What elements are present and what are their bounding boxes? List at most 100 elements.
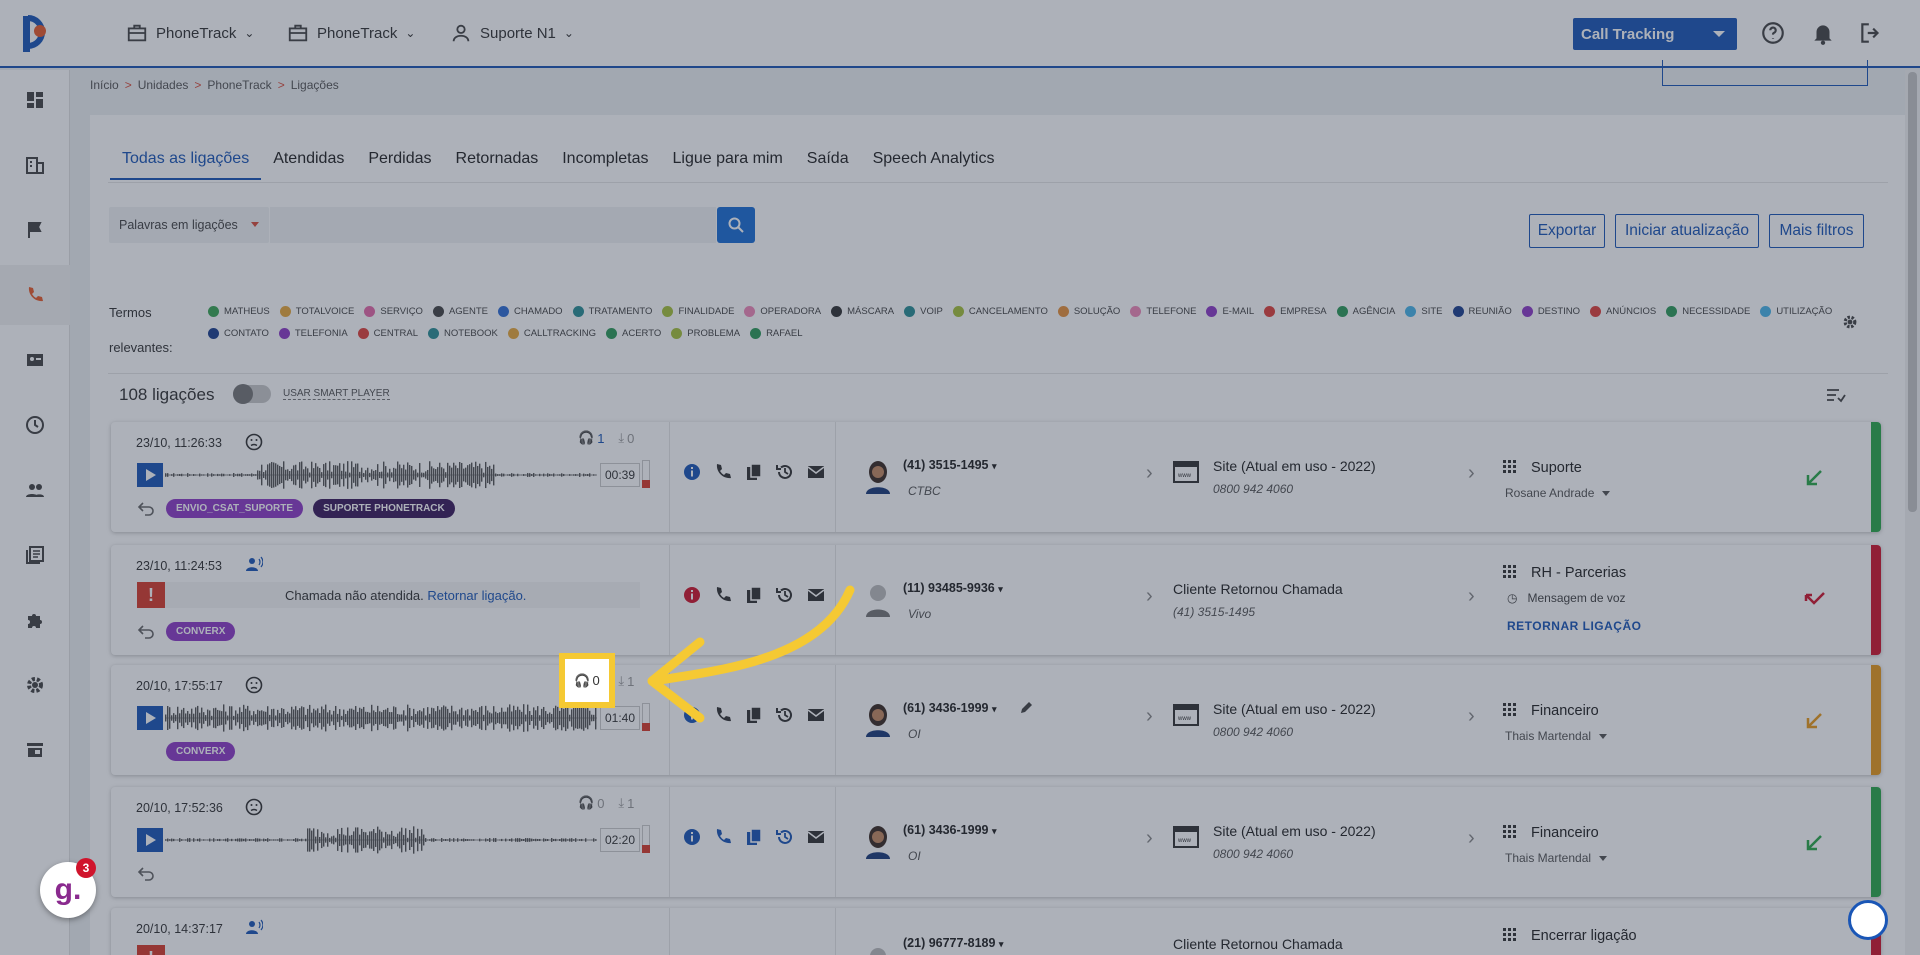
breadcrumb-units[interactable]: Unidades — [138, 78, 189, 92]
email-icon[interactable] — [806, 462, 826, 482]
bell-icon[interactable] — [1810, 20, 1836, 46]
info-icon[interactable] — [682, 462, 702, 482]
relevant-term[interactable]: MÁSCARA — [831, 303, 894, 319]
copy-icon[interactable] — [744, 827, 764, 847]
relevant-term[interactable]: NECESSIDADE — [1666, 303, 1750, 319]
call-tracking-dropdown[interactable]: Call Tracking — [1573, 18, 1737, 50]
play-button[interactable] — [137, 828, 163, 852]
gear-icon[interactable] — [1842, 314, 1858, 330]
tab-missed[interactable]: Perdidas — [356, 148, 443, 180]
email-icon[interactable] — [806, 585, 826, 605]
caller-phone[interactable]: (61) 3436-1999 ▾ — [903, 823, 997, 837]
play-button[interactable] — [137, 463, 163, 487]
start-update-button[interactable]: Iniciar atualização — [1615, 214, 1759, 248]
phonetrack-logo[interactable] — [20, 12, 58, 54]
relevant-term[interactable]: AGÊNCIA — [1336, 303, 1395, 319]
call-tag[interactable]: CONVERX — [166, 742, 236, 761]
phone-icon[interactable] — [713, 585, 733, 605]
sidebar-item-campaigns[interactable] — [0, 200, 70, 260]
search-type-select[interactable]: Palavras em ligações — [109, 207, 269, 243]
relevant-term[interactable]: CANCELAMENTO — [952, 303, 1048, 319]
relevant-term[interactable]: ANÚNCIOS — [1590, 303, 1656, 319]
history-icon[interactable] — [775, 585, 795, 605]
partial-button-outline[interactable] — [1662, 60, 1868, 86]
email-icon[interactable] — [806, 705, 826, 725]
agent-select[interactable]: Thais Martendal — [1505, 851, 1608, 865]
audio-waveform[interactable] — [165, 460, 597, 490]
return-call-link[interactable]: Retornar ligação. — [427, 588, 526, 603]
call-tag[interactable]: SUPORTE PHONETRACK — [313, 499, 455, 518]
reply-icon[interactable] — [137, 502, 155, 516]
edit-pencil-icon[interactable] — [1019, 701, 1033, 715]
agent-select[interactable]: Rosane Andrade — [1505, 486, 1611, 500]
copy-icon[interactable] — [744, 705, 764, 725]
tab-all-calls[interactable]: Todas as ligações — [110, 148, 262, 180]
relevant-term[interactable]: CALLTRACKING — [507, 325, 596, 341]
sidebar-item-settings[interactable] — [0, 655, 70, 715]
call-tag[interactable]: ENVIO_CSAT_SUPORTE — [166, 499, 304, 518]
phonetrack-chat-icon[interactable] — [1848, 900, 1888, 940]
relevant-term[interactable]: TELEFONE — [1130, 303, 1196, 319]
call-row[interactable]: 20/10, 17:52:36 🎧 0 ⤓ 1 02:20 (61) 3436-19… — [111, 787, 1881, 897]
sidebar-item-plugins[interactable] — [0, 590, 70, 650]
download-count[interactable]: ⤓ 1 — [618, 795, 634, 811]
call-row[interactable]: 23/10, 11:26:33 🎧 1 ⤓ 0 00:39 ENVIO_CSAT_S… — [111, 422, 1881, 532]
relevant-term[interactable]: REUNIÃO — [1452, 303, 1512, 319]
audio-waveform[interactable] — [165, 825, 597, 855]
caller-phone[interactable]: (11) 93485-9936 ▾ — [903, 581, 1003, 595]
phone-icon[interactable] — [713, 827, 733, 847]
search-button[interactable] — [717, 207, 755, 243]
relevant-term[interactable]: CONTATO — [208, 325, 269, 341]
scrollbar-thumb[interactable] — [1908, 72, 1917, 512]
call-row[interactable]: 20/10, 17:55:17 🎧0 ⤓1 01:40 CONVERX (61)… — [111, 665, 1881, 775]
history-icon[interactable] — [775, 462, 795, 482]
phone-icon[interactable] — [713, 462, 733, 482]
relevant-term[interactable]: SITE — [1405, 303, 1443, 319]
relevant-term[interactable]: EMPRESA — [1264, 303, 1327, 319]
call-row[interactable]: 23/10, 11:24:53 ! Chamada não atendida. … — [111, 545, 1881, 655]
breadcrumb-unit[interactable]: PhoneTrack — [207, 78, 271, 92]
download-count[interactable]: ⤓ 0 — [618, 430, 634, 446]
tab-outbound[interactable]: Saída — [795, 148, 861, 180]
sidebar-item-users[interactable] — [0, 460, 70, 520]
logout-icon[interactable] — [1858, 20, 1884, 46]
unit-menu[interactable]: PhoneTrack ⌄ — [287, 22, 415, 44]
sidebar-item-dashboard[interactable] — [0, 70, 70, 130]
reply-icon[interactable] — [137, 625, 155, 639]
play-button[interactable] — [137, 706, 163, 730]
sidebar-item-integrations[interactable] — [0, 395, 70, 455]
export-button[interactable]: Exportar — [1529, 214, 1605, 248]
account-menu[interactable]: PhoneTrack ⌄ — [126, 22, 254, 44]
reply-icon[interactable] — [137, 867, 155, 881]
search-input[interactable] — [270, 207, 716, 243]
relevant-term[interactable]: OPERADORA — [744, 303, 821, 319]
download-count[interactable]: ⤓ 1 — [618, 673, 634, 689]
smart-player-label[interactable]: USAR SMART PLAYER — [283, 388, 390, 400]
relevant-term[interactable]: TOTALVOICE — [279, 303, 354, 319]
relevant-term[interactable]: NOTEBOOK — [428, 325, 498, 341]
caller-phone[interactable]: (41) 3515-1495 ▾ — [903, 458, 997, 472]
sidebar-item-units[interactable] — [0, 135, 70, 195]
tab-speech-analytics[interactable]: Speech Analytics — [861, 148, 1007, 180]
info-icon[interactable] — [682, 827, 702, 847]
return-call-button[interactable]: RETORNAR LIGAÇÃO — [1507, 619, 1641, 633]
relevant-term[interactable]: MATHEUS — [208, 303, 270, 319]
smart-player-toggle[interactable] — [233, 384, 271, 404]
history-icon[interactable] — [775, 705, 795, 725]
phone-icon[interactable] — [713, 705, 733, 725]
copy-icon[interactable] — [744, 462, 764, 482]
relevant-term[interactable]: CENTRAL — [357, 325, 418, 341]
tab-returned[interactable]: Retornadas — [444, 148, 551, 180]
relevant-term[interactable]: RAFAEL — [750, 325, 803, 341]
tab-answered[interactable]: Atendidas — [261, 148, 356, 180]
caller-phone[interactable]: (21) 96777-8189 ▾ — [903, 936, 1003, 950]
more-filters-button[interactable]: Mais filtros — [1769, 214, 1864, 248]
user-menu[interactable]: Suporte N1 ⌄ — [450, 22, 574, 44]
email-icon[interactable] — [806, 827, 826, 847]
sidebar-item-store[interactable] — [0, 720, 70, 780]
sidebar-item-calls[interactable] — [0, 265, 70, 325]
relevant-term[interactable]: TELEFONIA — [278, 325, 348, 341]
relevant-term[interactable]: UTILIZAÇÃO — [1760, 303, 1832, 319]
help-widget-button[interactable]: g. 3 — [40, 858, 96, 918]
highlighted-listen-count[interactable]: 🎧 0 — [559, 653, 615, 708]
